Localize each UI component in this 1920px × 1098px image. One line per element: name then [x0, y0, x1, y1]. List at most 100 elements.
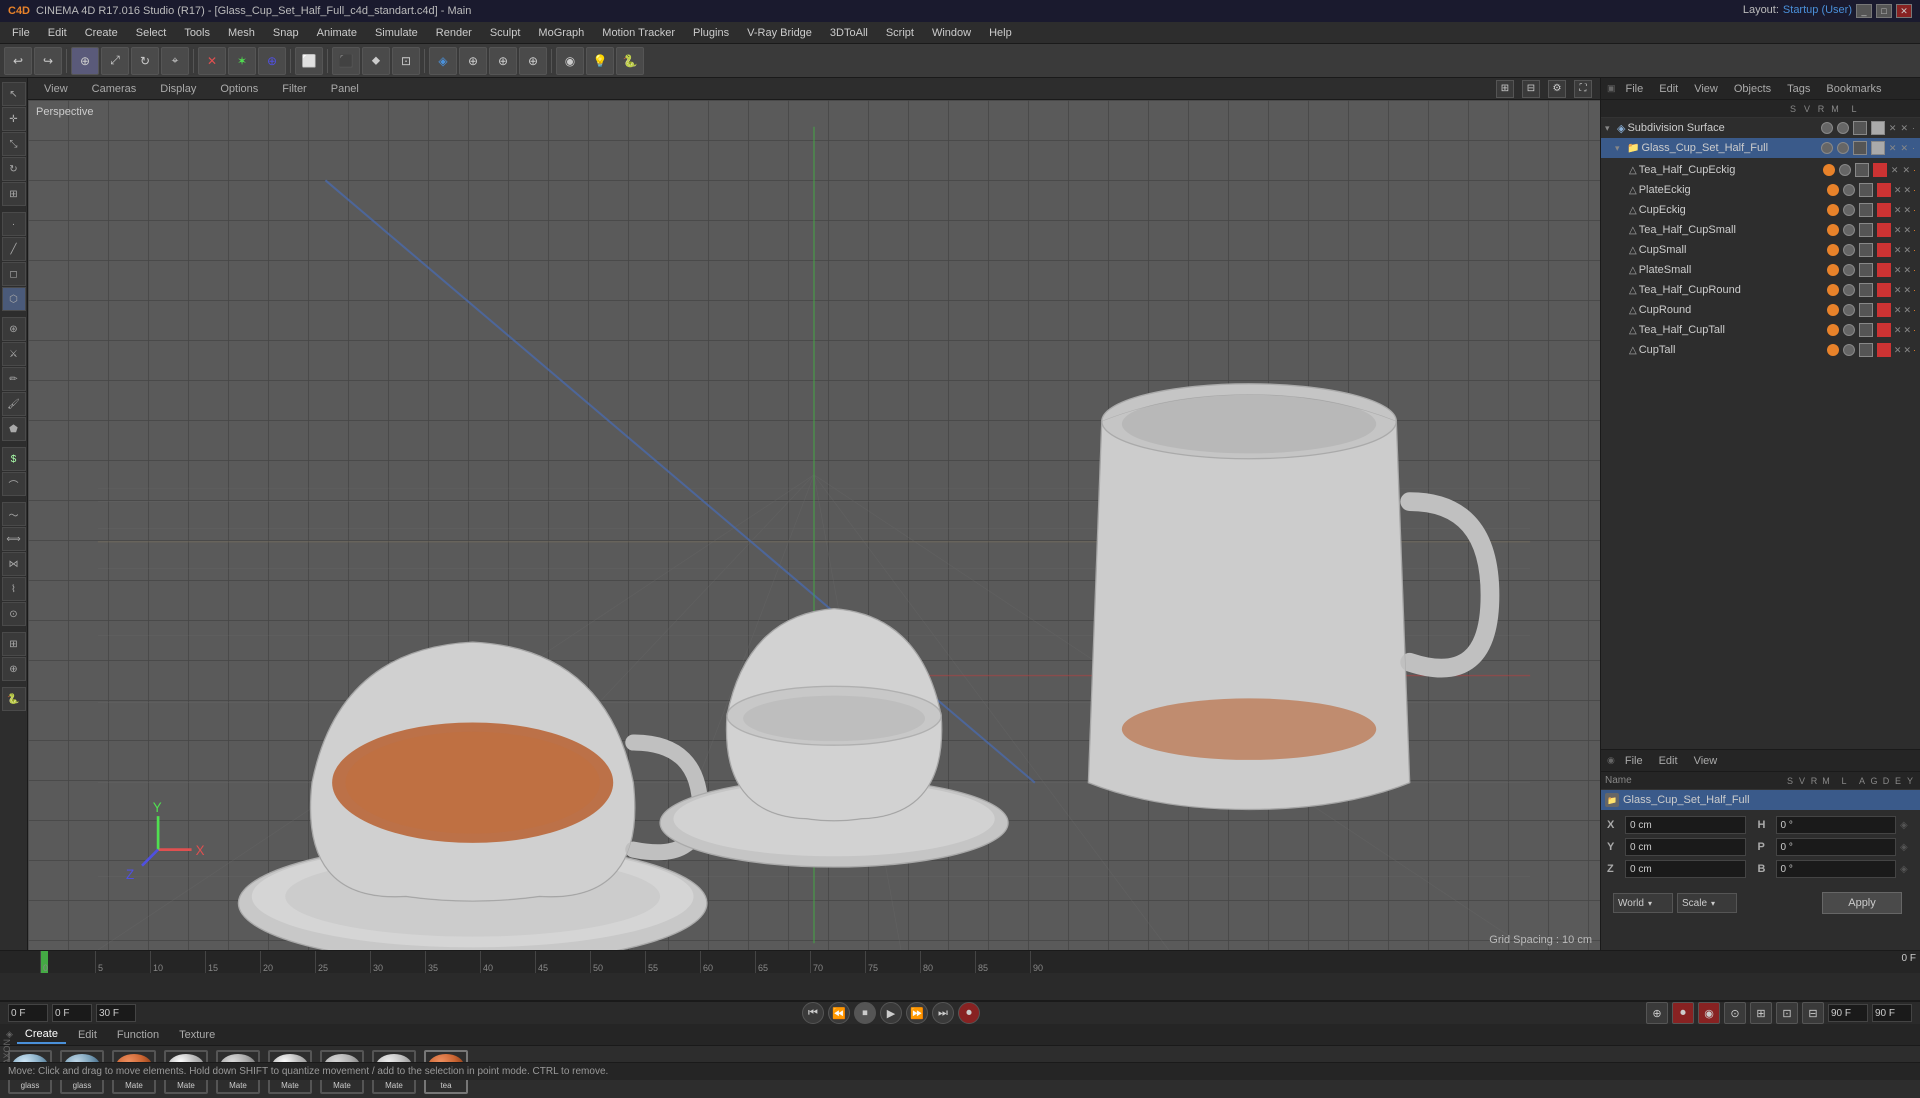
om-item-glass-cup-set[interactable]: ▾ 📁 Glass_Cup_Set_Half_Full ✕ ✕ · [1601, 138, 1920, 158]
om-dot7[interactable] [1827, 204, 1839, 216]
om-dot19[interactable] [1827, 324, 1839, 336]
menu-window[interactable]: Window [924, 25, 979, 41]
viewport[interactable]: View Cameras Display Options Filter Pane… [28, 78, 1600, 950]
om-tab-objects[interactable]: Objects [1728, 81, 1777, 97]
minimize-button[interactable]: _ [1856, 4, 1872, 18]
mat-tab-edit[interactable]: Edit [70, 1027, 105, 1043]
mirror-tool[interactable]: ⟺ [2, 527, 26, 551]
coord-field-p[interactable]: 0 ° [1776, 838, 1897, 856]
om-dot11[interactable] [1827, 244, 1839, 256]
om-dot-s[interactable] [1821, 122, 1833, 134]
menu-tools[interactable]: Tools [176, 25, 218, 41]
object-mode[interactable]: ⬡ [2, 287, 26, 311]
viewport-tab-view[interactable]: View [36, 81, 76, 97]
weight-tool[interactable]: ⊙ [2, 602, 26, 626]
paint-tool[interactable]: 🖌 [2, 392, 26, 416]
poly-mode[interactable]: ◻ [2, 262, 26, 286]
om-item-platesmall[interactable]: △ PlateSmall ✕ ✕ · [1601, 260, 1920, 280]
transform-tool[interactable]: ⌖ [161, 47, 189, 75]
onion-btn[interactable]: ⊡ [1776, 1002, 1798, 1024]
x-axis[interactable]: ✕ [198, 47, 226, 75]
om-dot13[interactable] [1827, 264, 1839, 276]
attr-selected-row[interactable]: 📁 Glass_Cup_Set_Half_Full [1601, 790, 1920, 810]
render-to[interactable]: ⊡ [392, 47, 420, 75]
camera-tool[interactable]: ◉ [556, 47, 584, 75]
deform-tool[interactable]: ⌇ [2, 577, 26, 601]
go-to-end-button[interactable]: ⏭ [932, 1002, 954, 1024]
om-tab-file[interactable]: File [1620, 81, 1650, 97]
om-dot5[interactable] [1827, 184, 1839, 196]
move-tool[interactable]: ⊕ [71, 47, 99, 75]
menu-mograph[interactable]: MoGraph [530, 25, 592, 41]
render-btn[interactable]: ⬛ [332, 47, 360, 75]
om-item-subdivision[interactable]: ▾ ◈ Subdivision Surface ✕ ✕ · [1601, 118, 1920, 138]
coord-field-y[interactable]: 0 cm [1625, 838, 1746, 856]
maximize-button[interactable]: □ [1876, 4, 1892, 18]
world-select[interactable]: World ▾ [1613, 893, 1673, 913]
menu-simulate[interactable]: Simulate [367, 25, 426, 41]
step-forward-button[interactable]: ⏩ [906, 1002, 928, 1024]
om-item-tea-half-cupsmall[interactable]: △ Tea_Half_CupSmall ✕ ✕ · [1601, 220, 1920, 240]
y-axis[interactable]: ✶ [228, 47, 256, 75]
viewport-tab-options[interactable]: Options [212, 81, 266, 97]
record-selected-btn[interactable]: ⏺ [1672, 1002, 1694, 1024]
om-tab-bookmarks[interactable]: Bookmarks [1820, 81, 1887, 97]
dollar-tool[interactable]: $ [2, 447, 26, 471]
attr-tab-view[interactable]: View [1688, 753, 1724, 769]
mat-tab-create[interactable]: Create [17, 1026, 66, 1044]
close-button[interactable]: ✕ [1896, 4, 1912, 18]
menu-create[interactable]: Create [77, 25, 126, 41]
om-dot20[interactable] [1843, 324, 1855, 336]
om-dot3[interactable] [1823, 164, 1835, 176]
om-item-cupsmall[interactable]: △ CupSmall ✕ ✕ · [1601, 240, 1920, 260]
coord-field-b[interactable]: 0 ° [1776, 860, 1897, 878]
python-tool[interactable]: 🐍 [616, 47, 644, 75]
perspective-btn[interactable]: ◈ [429, 47, 457, 75]
om-dot15[interactable] [1827, 284, 1839, 296]
menu-plugins[interactable]: Plugins [685, 25, 737, 41]
om-tab-edit[interactable]: Edit [1653, 81, 1684, 97]
apply-button[interactable]: Apply [1822, 892, 1902, 914]
side-btn[interactable]: ⊕ [489, 47, 517, 75]
om-dot18[interactable] [1843, 304, 1855, 316]
om-dot10[interactable] [1843, 224, 1855, 236]
om-item-tea-half-cuptall[interactable]: △ Tea_Half_CupTall ✕ ✕ · [1601, 320, 1920, 340]
knife-tool[interactable]: ⚔ [2, 342, 26, 366]
go-to-start-button[interactable]: ⏮ [802, 1002, 824, 1024]
menu-snap[interactable]: Snap [265, 25, 307, 41]
snap-tool[interactable]: ⊕ [2, 657, 26, 681]
mat-tab-texture[interactable]: Texture [171, 1027, 223, 1043]
viewport-tab-display[interactable]: Display [152, 81, 204, 97]
top-btn[interactable]: ⊕ [519, 47, 547, 75]
curve-tool[interactable]: ⌒ [2, 472, 26, 496]
om-item-cupround[interactable]: △ CupRound ✕ ✕ · [1601, 300, 1920, 320]
viewport-minimize[interactable]: ⊟ [1522, 80, 1540, 98]
menu-3dtoall[interactable]: 3DToAll [822, 25, 876, 41]
om-dot21[interactable] [1827, 344, 1839, 356]
rotate-tool-left[interactable]: ↻ [2, 157, 26, 181]
end-frame-field[interactable]: 90 F [1828, 1004, 1868, 1022]
redo-button[interactable]: ↪ [34, 47, 62, 75]
magnet-tool[interactable]: ⊛ [2, 317, 26, 341]
start-frame-field[interactable]: 0 F [8, 1004, 48, 1022]
scale-tool-left[interactable]: ⤡ [2, 132, 26, 156]
menu-render[interactable]: Render [428, 25, 480, 41]
viewport-maximize[interactable]: ⊞ [1496, 80, 1514, 98]
om-item-tea-half-cupeckig[interactable]: △ Tea_Half_CupEckig ✕ ✕ · [1601, 160, 1920, 180]
menu-select[interactable]: Select [128, 25, 175, 41]
coord-field-x[interactable]: 0 cm [1625, 816, 1746, 834]
step-back-button[interactable]: ⏪ [828, 1002, 850, 1024]
viewport-tab-cameras[interactable]: Cameras [84, 81, 145, 97]
menu-vray[interactable]: V-Ray Bridge [739, 25, 820, 41]
tool-5[interactable]: ⊞ [2, 182, 26, 206]
om-dot22[interactable] [1843, 344, 1855, 356]
cube-tool[interactable]: ⬜ [295, 47, 323, 75]
menu-sculpt[interactable]: Sculpt [482, 25, 529, 41]
om-dot6[interactable] [1843, 184, 1855, 196]
viewport-settings[interactable]: ⚙ [1548, 80, 1566, 98]
z-axis[interactable]: ⊕ [258, 47, 286, 75]
viewport-tab-filter[interactable]: Filter [274, 81, 314, 97]
om-dot2-s[interactable] [1821, 142, 1833, 154]
om-tab-tags[interactable]: Tags [1781, 81, 1816, 97]
viewport-tab-panel[interactable]: Panel [323, 81, 367, 97]
